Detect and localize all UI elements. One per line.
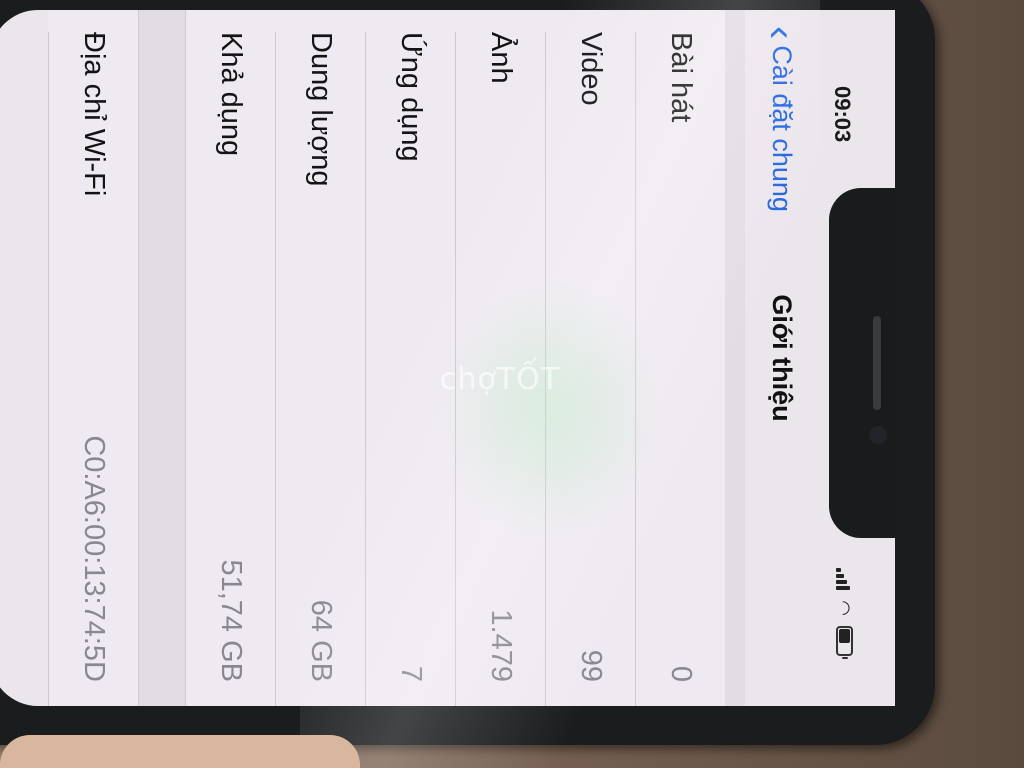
page-title: Giới thiệu [767,294,797,422]
list-item-wifi-address: Địa chỉ Wi-Fi C0:A6:00:13:74:5D [48,32,138,706]
wifi-icon: ◠ [834,600,855,616]
list-item-available: Khả dụng 51,74 GB [186,32,275,706]
status-time: 09:03 [830,86,855,143]
finger [0,735,360,768]
row-label: Địa chỉ Wi-Fi [78,32,110,197]
row-value: C0:A6:00:13:74:5D [78,435,110,682]
front-camera [869,426,887,444]
row-value: 99 [575,649,607,682]
row-value: 0 [665,665,697,682]
row-label: Ảnh [485,32,517,84]
row-value: 64 GB [305,599,337,682]
row-label: Dung lượng [305,32,337,187]
about-list: Bài hát 0 Video 99 Ảnh 1.479 Ứng dụng 7 … [48,10,725,706]
list-item-songs: Bài hát 0 [635,32,725,706]
list-item-capacity: Dung lượng 64 GB [275,32,365,706]
row-label: Video [575,32,607,106]
row-label: Khả dụng [215,32,247,157]
row-value: 1.479 [485,609,517,682]
speaker-grille [873,316,881,410]
watermark-logo: chợTỐT [440,362,561,397]
navigation-bar: ‹ Cài đặt chung Giới thiệu [755,10,805,706]
row-label: Bài hát [665,32,697,123]
signal-icon [836,568,853,591]
group-spacer [725,10,745,706]
status-icons: ◠ [834,568,855,656]
row-value: 51,74 GB [215,559,247,682]
battery-icon [836,626,853,656]
section-spacer [138,10,186,706]
row-value: 7 [395,665,427,682]
phone-screen: 09:03 ◠ ‹ Cài đặt chung Giới thiệu Bài h… [0,10,895,706]
notch [829,188,895,538]
row-label: Ứng dụng [395,32,427,162]
photo-scene: 09:03 ◠ ‹ Cài đặt chung Giới thiệu Bài h… [0,0,1024,768]
